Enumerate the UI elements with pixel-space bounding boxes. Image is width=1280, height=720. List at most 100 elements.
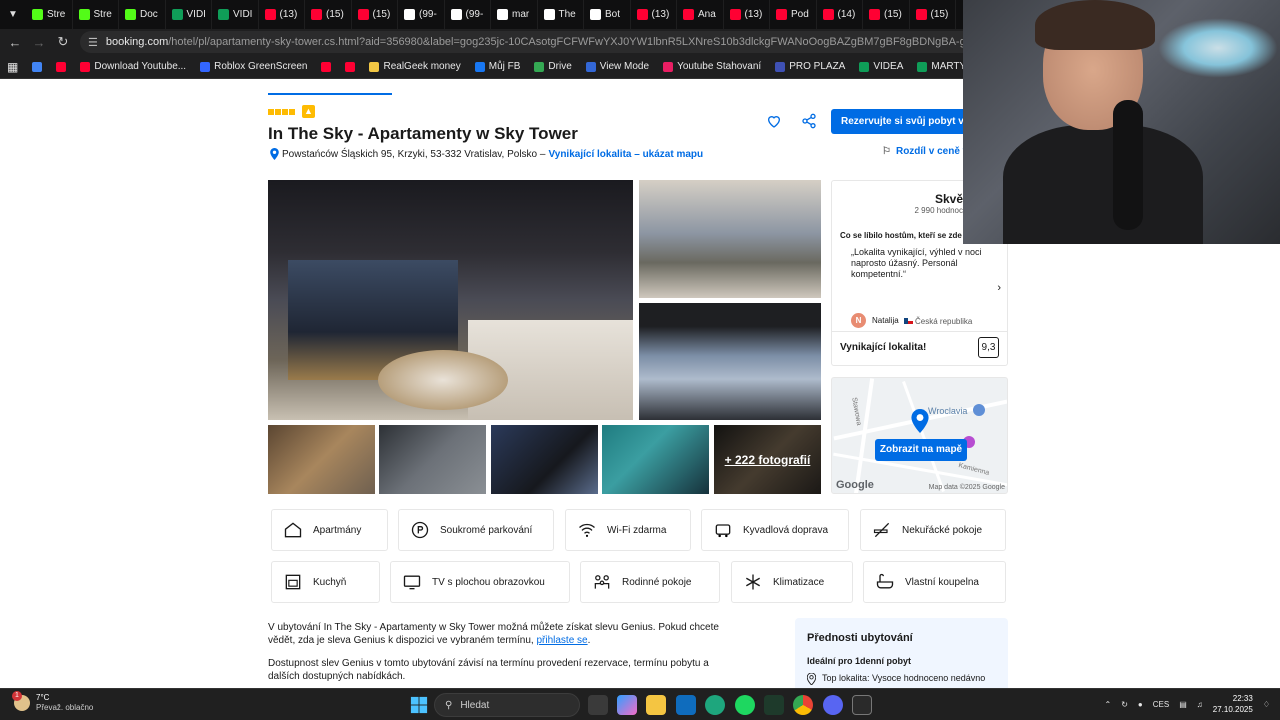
browser-tab[interactable]: (99-: [398, 0, 445, 29]
chrome-icon[interactable]: [793, 695, 813, 715]
microphone-icon[interactable]: ●: [1138, 700, 1143, 709]
thumbnail-photo[interactable]: [268, 425, 375, 494]
hotel-address: Powstańców Śląskich 95, Krzyki, 53-332 V…: [270, 148, 703, 160]
language-indicator[interactable]: CES: [1153, 700, 1169, 709]
thumbnail-photo[interactable]: [491, 425, 598, 494]
shuttle-icon: [715, 524, 731, 538]
facility-label: Rodinné pokoje: [622, 576, 692, 588]
taskbar-search[interactable]: ⚲ Hledat: [434, 693, 580, 717]
edge-icon[interactable]: [705, 695, 725, 715]
thumbnail-photo[interactable]: + 222 fotografií: [714, 425, 821, 494]
bookmark-item[interactable]: Youtube Stahovaní: [656, 55, 768, 78]
tab-label: (15): [884, 9, 902, 20]
main-photo[interactable]: [268, 180, 633, 420]
tab-label: (99-: [419, 9, 437, 20]
reserve-button[interactable]: Rezervujte si svůj pobyt v apa: [831, 109, 966, 134]
browser-tab[interactable]: Ana: [677, 0, 724, 29]
bookmark-item[interactable]: Download Youtube...: [73, 55, 193, 78]
tab-label: (13): [744, 9, 763, 20]
browser-tab[interactable]: (13): [259, 0, 305, 29]
bookmark-item[interactable]: PRO PLAZA: [768, 55, 852, 78]
facility-label: Kyvadlová doprava: [743, 524, 829, 536]
sync-icon[interactable]: ↻: [1121, 700, 1128, 709]
tab-favicon-icon: [357, 9, 369, 20]
browser-tab[interactable]: (13): [724, 0, 770, 29]
chevron-right-icon[interactable]: ›: [997, 282, 1001, 294]
browser-tab[interactable]: (14): [817, 0, 863, 29]
url-host: booking.com: [105, 36, 169, 48]
bookmark-item[interactable]: View Mode: [579, 55, 656, 78]
browser-tab[interactable]: Bot: [584, 0, 631, 29]
windows-start-icon[interactable]: [410, 696, 428, 714]
browser-tab[interactable]: (99-: [445, 0, 491, 29]
show-on-map-button[interactable]: Zobrazit na mapě: [875, 439, 967, 461]
browser-tab[interactable]: VIDI: [166, 0, 212, 29]
epic-games-icon[interactable]: [852, 695, 872, 715]
browser-tab[interactable]: (15): [863, 0, 910, 29]
bookmark-item[interactable]: [314, 55, 338, 78]
browser-tab[interactable]: The: [538, 0, 584, 29]
more-photos-link[interactable]: + 222 fotografií: [714, 425, 821, 494]
browser-tab[interactable]: (13): [631, 0, 677, 29]
browser-tab[interactable]: (15): [352, 0, 398, 29]
map-preview[interactable]: Stawowa Kamienna Wroclavia Zobrazit na m…: [831, 377, 1008, 494]
facility-label: TV s plochou obrazovkou: [432, 576, 545, 588]
file-explorer-icon[interactable]: [646, 695, 666, 715]
tab-label: VIDI: [233, 9, 253, 20]
tab-favicon-icon: [218, 9, 229, 20]
task-view-icon[interactable]: [588, 695, 608, 715]
clock[interactable]: 22:33 27.10.2025: [1213, 693, 1253, 715]
bookmark-item[interactable]: [49, 55, 73, 78]
browser-tab[interactable]: Pod: [770, 0, 817, 29]
login-link[interactable]: přihlaste se: [536, 635, 587, 646]
tv-icon: [403, 575, 421, 590]
reload-icon[interactable]: ↻: [51, 34, 75, 50]
share-icon[interactable]: [801, 113, 817, 129]
bookmark-item[interactable]: VIDEA: [852, 55, 910, 78]
thumbs-up-icon[interactable]: ▲: [302, 105, 315, 118]
network-icon[interactable]: ▤: [1179, 700, 1187, 709]
bookmark-item[interactable]: Drive: [527, 55, 578, 78]
browser-tab[interactable]: (15): [305, 0, 352, 29]
review-count[interactable]: 2 990 hodnoc: [915, 206, 964, 215]
browser-tab[interactable]: Stre: [26, 0, 73, 29]
forward-icon[interactable]: →: [27, 35, 51, 50]
photo-bottom-right[interactable]: [639, 303, 821, 420]
browser-tab[interactable]: Doc: [119, 0, 166, 29]
back-icon[interactable]: ←: [3, 35, 27, 50]
chevron-up-icon[interactable]: ⌃: [1105, 700, 1112, 709]
browser-tab[interactable]: Stre: [73, 0, 119, 29]
terminal-icon[interactable]: [764, 695, 784, 715]
browser-tab[interactable]: mar: [491, 0, 538, 29]
tab-search-icon[interactable]: ▼: [0, 0, 26, 29]
thumbnail-photo[interactable]: [379, 425, 486, 494]
site-info-icon[interactable]: ☰: [88, 36, 98, 49]
tag-icon: ⚐: [882, 146, 891, 157]
bookmark-item[interactable]: [338, 55, 362, 78]
photo-top-right[interactable]: [639, 180, 821, 298]
bookmark-item[interactable]: [25, 55, 49, 78]
spotify-icon[interactable]: [735, 695, 755, 715]
price-diff-link[interactable]: ⚐ Rozdíl v ceně vy: [882, 146, 974, 157]
weather-widget[interactable]: 1 7°C Převaž. oblačno: [12, 691, 93, 713]
copilot-icon[interactable]: [617, 695, 637, 715]
volume-icon[interactable]: ♫: [1197, 700, 1203, 709]
thumbnail-photo[interactable]: [602, 425, 709, 494]
bookmark-item[interactable]: Můj FB: [468, 55, 528, 78]
notification-bell-icon[interactable]: ♢: [1263, 700, 1270, 709]
notification-badge: 1: [12, 691, 22, 701]
browser-tab[interactable]: VIDI: [212, 0, 259, 29]
bookmark-favicon-icon: [80, 61, 91, 72]
heart-icon[interactable]: [766, 113, 782, 129]
bookmark-label: View Mode: [599, 61, 650, 72]
bookmark-item[interactable]: RealGeek money: [362, 55, 467, 78]
apps-grid-icon[interactable]: ▦: [0, 55, 25, 78]
outlook-icon[interactable]: [676, 695, 696, 715]
review-heading: Co se líbilo hostům, kteří se zde u: [840, 231, 969, 240]
show-map-link[interactable]: Vynikající lokalita – ukázat mapu: [548, 149, 703, 160]
discord-icon[interactable]: [823, 695, 843, 715]
url-field[interactable]: ☰ booking.com/hotel/pl/apartamenty-sky-t…: [80, 31, 980, 53]
tab-favicon-icon: [171, 9, 183, 20]
browser-tab[interactable]: (15): [910, 0, 956, 29]
bookmark-item[interactable]: Roblox GreenScreen: [193, 55, 314, 78]
